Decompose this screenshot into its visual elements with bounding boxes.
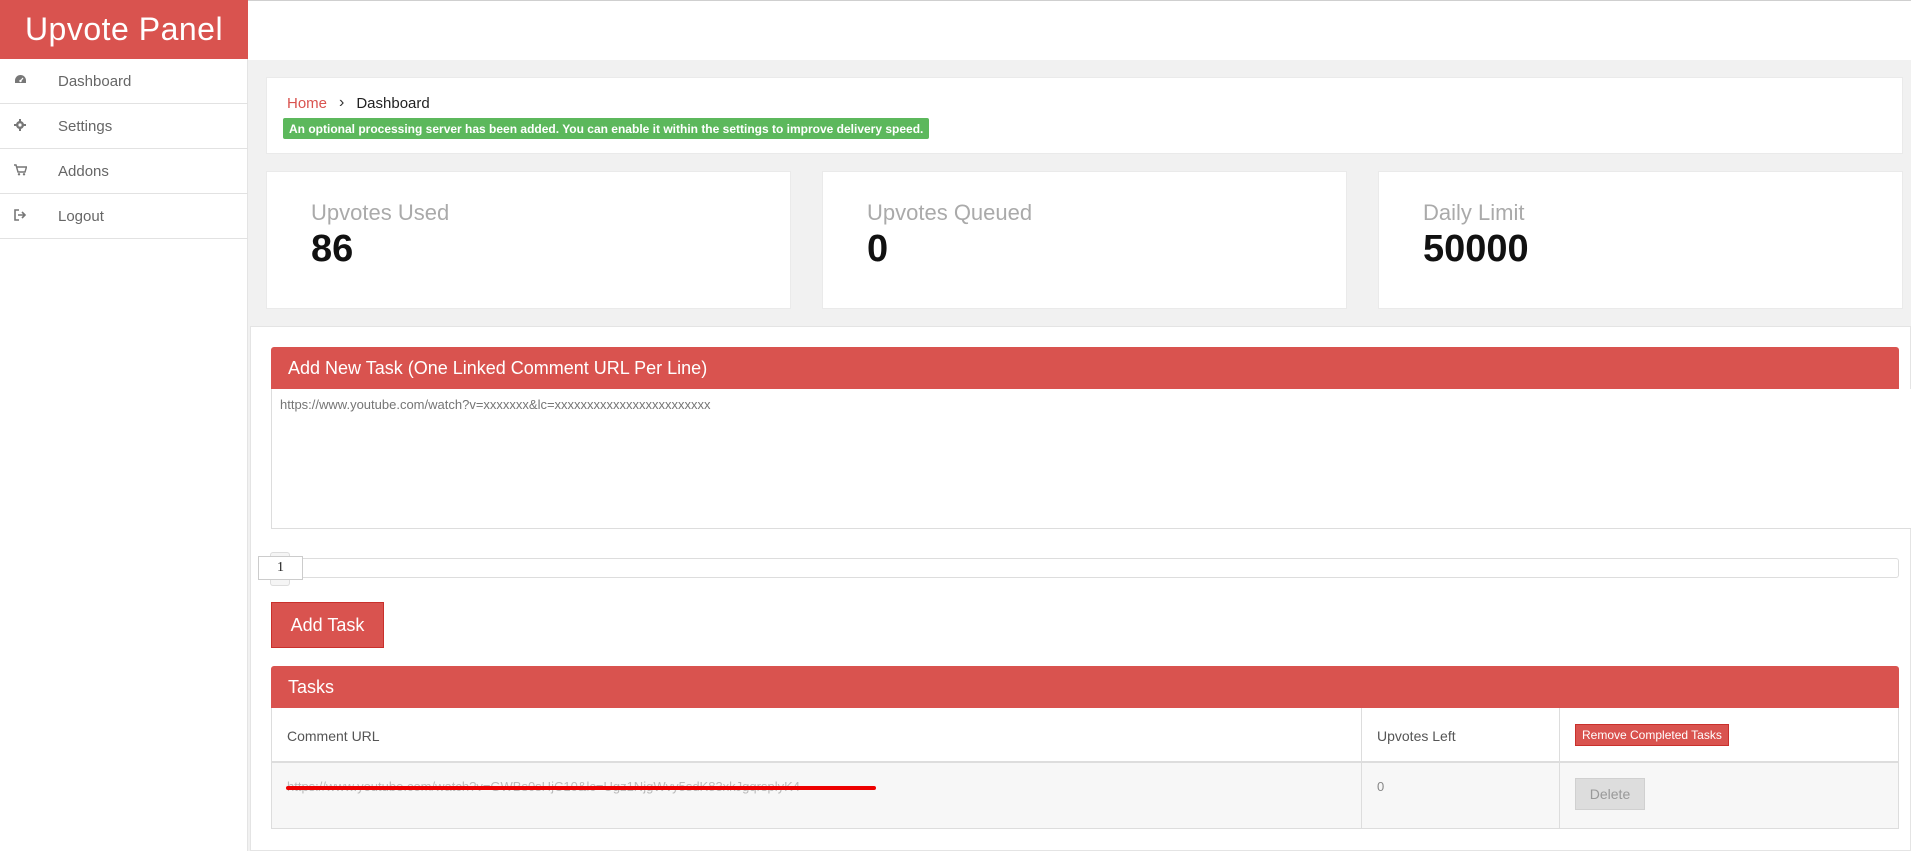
sidebar-item-label: Addons (58, 162, 109, 180)
cell-url: https://www.youtube.com/watch?v=GWBs0sHj… (272, 763, 1362, 828)
sidebar-item-logout[interactable]: Logout (0, 194, 248, 239)
tasks-header: Tasks (271, 666, 1899, 708)
logout-icon (0, 208, 58, 224)
add-task-header: Add New Task (One Linked Comment URL Per… (271, 347, 1899, 389)
dashboard-icon (0, 74, 58, 89)
table-header-row: Comment URL Upvotes Left Remove Complete… (272, 708, 1898, 763)
stat-label: Daily Limit (1423, 200, 1525, 225)
sidebar-item-label: Settings (58, 117, 113, 135)
task-urls-input[interactable] (271, 389, 1911, 529)
stat-card-upvotes-queued: Upvotes Queued 0 (822, 171, 1347, 309)
breadcrumb-separator: › (339, 94, 345, 111)
redaction-strike (286, 786, 876, 790)
sidebar-item-settings[interactable]: Settings (0, 104, 248, 149)
breadcrumb-home-link[interactable]: Home (287, 95, 327, 112)
header-cell-left: Upvotes Left (1362, 708, 1560, 761)
breadcrumb-card: Home › Dashboard An optional processing … (266, 77, 1903, 154)
table-row: https://www.youtube.com/watch?v=GWBs0sHj… (272, 763, 1898, 828)
header-cell-actions: Remove Completed Tasks (1560, 708, 1900, 761)
stat-card-upvotes-used: Upvotes Used 86 (266, 171, 791, 309)
sidebar-item-label: Logout (58, 207, 104, 225)
stat-card-daily-limit: Daily Limit 50000 (1378, 171, 1903, 309)
stat-value: 50000 (1423, 228, 1529, 270)
add-task-button[interactable]: Add Task (271, 602, 384, 648)
cell-upvotes-left: 0 (1362, 763, 1560, 828)
stat-label: Upvotes Queued (867, 200, 1033, 225)
gear-icon (0, 118, 58, 134)
column-header-upvotes-left: Upvotes Left (1377, 728, 1456, 744)
cart-icon (0, 163, 58, 179)
stat-value: 0 (867, 228, 889, 270)
sidebar-item-label: Dashboard (58, 72, 132, 90)
upvotes-left-value: 0 (1377, 779, 1385, 794)
sidebar-nav: Dashboard Settings Addons Logout (0, 59, 248, 239)
brand-logo[interactable]: Upvote Panel (0, 0, 248, 59)
quantity-stepper[interactable]: 1 (258, 556, 303, 580)
tasks-table: Comment URL Upvotes Left Remove Complete… (271, 708, 1899, 829)
stat-label: Upvotes Used (311, 200, 450, 225)
sidebar-item-addons[interactable]: Addons (0, 149, 248, 194)
cell-actions: Delete (1560, 763, 1900, 828)
breadcrumb: Home › Dashboard (287, 94, 430, 112)
delete-task-button[interactable]: Delete (1575, 778, 1645, 810)
remove-completed-tasks-button[interactable]: Remove Completed Tasks (1575, 724, 1729, 746)
quantity-row (271, 558, 1899, 578)
column-header-comment-url: Comment URL (287, 728, 380, 744)
header-cell-url: Comment URL (272, 708, 1362, 761)
stat-value: 86 (311, 228, 354, 270)
success-alert: An optional processing server has been a… (283, 118, 930, 139)
sidebar: Upvote Panel Dashboard Settings Addons L… (0, 0, 248, 851)
top-bar (248, 1, 1911, 60)
breadcrumb-current: Dashboard (356, 94, 430, 112)
sidebar-item-dashboard[interactable]: Dashboard (0, 59, 248, 104)
